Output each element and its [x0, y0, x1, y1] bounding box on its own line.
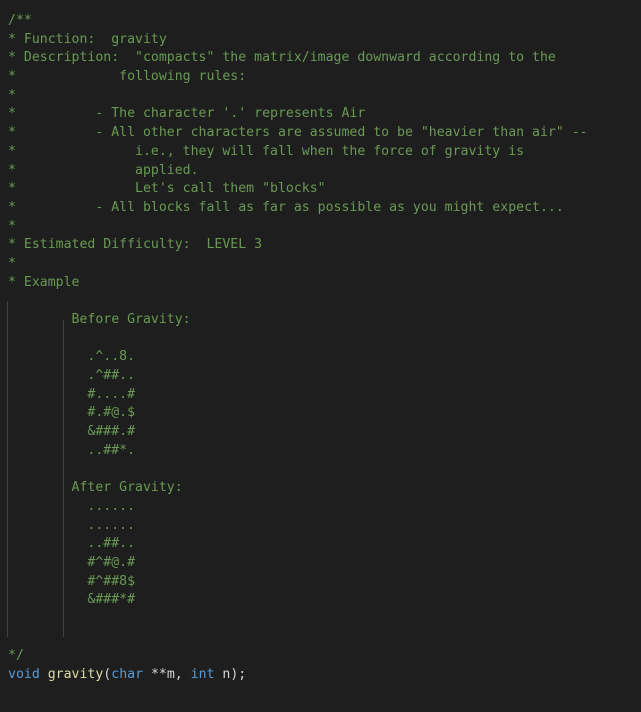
code-line[interactable] [0, 330, 641, 349]
function-declaration-line[interactable]: void gravity(char **m, int n); [0, 666, 641, 685]
code-line[interactable]: * Estimated Difficulty: LEVEL 3 [0, 236, 641, 255]
code-line[interactable]: /** [0, 12, 641, 31]
token-keyword: char [111, 667, 144, 683]
code-line[interactable]: * Example [0, 274, 641, 293]
code-line[interactable]: * - The character '.' represents Air [0, 105, 641, 124]
code-line[interactable]: * [0, 87, 641, 106]
code-line[interactable]: ..##*. [0, 442, 641, 461]
code-line[interactable]: * - All other characters are assumed to … [0, 124, 641, 143]
code-line[interactable]: * [0, 255, 641, 274]
token-keyword: void [8, 667, 40, 683]
code-line[interactable]: ..##.. [0, 535, 641, 554]
code-line[interactable]: #....# [0, 386, 641, 405]
code-line[interactable]: &###*# [0, 591, 641, 610]
code-editor[interactable]: /** * Function: gravity * Description: "co… [0, 0, 641, 712]
code-line[interactable]: * Description: "compacts" the matrix/ima… [0, 49, 641, 68]
code-line[interactable] [0, 629, 641, 648]
code-line[interactable]: * following rules: [0, 68, 641, 87]
code-line[interactable]: ...... [0, 498, 641, 517]
code-line[interactable]: .^..8. [0, 348, 641, 367]
token-plain: **m, [143, 667, 191, 683]
code-line[interactable]: * Function: gravity [0, 31, 641, 50]
code-line[interactable]: #.#@.$ [0, 404, 641, 423]
code-line[interactable]: ...... [0, 517, 641, 536]
code-line[interactable]: #^##8$ [0, 573, 641, 592]
code-line[interactable]: * applied. [0, 162, 641, 181]
code-line[interactable]: .^##.. [0, 367, 641, 386]
code-line[interactable]: */ [0, 647, 641, 666]
code-line[interactable]: * [0, 218, 641, 237]
token-plain: n); [214, 667, 247, 683]
code-line[interactable]: &###.# [0, 423, 641, 442]
code-line[interactable]: * i.e., they will fall when the force of… [0, 143, 641, 162]
code-line[interactable]: After Gravity: [0, 479, 641, 498]
code-line[interactable] [0, 610, 641, 629]
code-line[interactable]: Before Gravity: [0, 311, 641, 330]
code-line[interactable]: #^#@.# [0, 554, 641, 573]
code-line[interactable]: * - All blocks fall as far as possible a… [0, 199, 641, 218]
code-line[interactable] [0, 461, 641, 480]
token-keyword: int [190, 667, 215, 683]
code-line[interactable]: * Let's call them "blocks" [0, 180, 641, 199]
token-fn: gravity [47, 667, 104, 683]
code-text-area[interactable]: /** * Function: gravity * Description: "co… [0, 0, 641, 712]
code-line[interactable] [0, 292, 641, 311]
